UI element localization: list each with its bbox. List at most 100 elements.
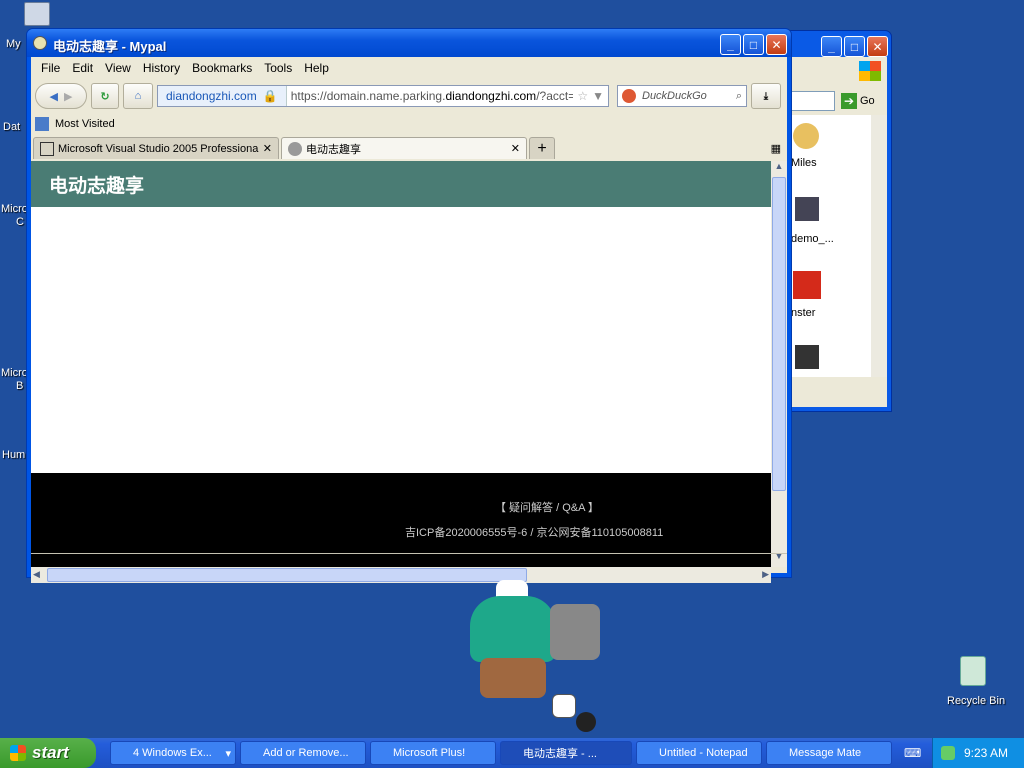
close-icon[interactable]: ✕ <box>766 34 787 55</box>
back-arrow-icon[interactable]: ◀ <box>50 90 58 103</box>
window-title: 电动志趣享 - Mypal <box>53 39 167 54</box>
new-tab-button[interactable]: + <box>529 137 555 159</box>
taskbar-button-add-remove[interactable]: Add or Remove... <box>240 741 366 765</box>
minimize-icon[interactable]: _ <box>821 36 842 57</box>
tab-label: 电动志趣享 <box>306 143 361 156</box>
bookmark-star-icon[interactable]: ☆ <box>573 89 592 103</box>
system-tray: 9:23 AM <box>932 738 1024 768</box>
dog-icon[interactable] <box>793 123 819 149</box>
grill-chef-character[interactable] <box>460 580 602 736</box>
home-button[interactable]: ⌂ <box>123 83 153 109</box>
tab-visual-studio[interactable]: Microsoft Visual Studio 2005 Professiona… <box>33 137 279 159</box>
windows-logo-icon <box>859 61 881 81</box>
minimize-icon[interactable]: _ <box>720 34 741 55</box>
close-icon[interactable]: ✕ <box>867 36 888 57</box>
monster-icon[interactable] <box>793 271 821 299</box>
desktop-icon-label[interactable]: C <box>16 216 24 228</box>
file-label[interactable]: Miles <box>791 157 817 169</box>
background-explorer-window[interactable]: _ □ ✕ ➔ Go Miles demo_... nster <box>780 30 892 412</box>
lock-icon: 🔒 <box>262 89 278 103</box>
desktop-icon-label[interactable]: Hum <box>2 449 25 461</box>
back-forward-button[interactable]: ◀ ▶ <box>35 83 87 109</box>
vertical-scrollbar[interactable]: ▲ ▼ <box>771 161 787 567</box>
bookmark-folder-icon <box>35 117 49 131</box>
scroll-thumb[interactable] <box>772 177 786 491</box>
tab-list-icon[interactable]: ▦ <box>771 142 787 159</box>
menu-view[interactable]: View <box>99 61 137 75</box>
scroll-up-icon[interactable]: ▲ <box>771 161 787 177</box>
app-icon[interactable] <box>795 197 819 221</box>
globe-icon <box>288 141 302 156</box>
duckduckgo-icon[interactable] <box>622 89 636 103</box>
network-icon[interactable] <box>941 746 955 760</box>
title-bar[interactable]: 电动志趣享 - Mypal _ □ ✕ <box>27 29 791 57</box>
maximize-icon[interactable]: □ <box>743 34 764 55</box>
site-identity-label: diandongzhi.com <box>166 89 257 103</box>
file-label[interactable]: demo_... <box>791 233 834 245</box>
vertical-scrollbar[interactable] <box>871 115 887 377</box>
page-content: 电动志趣享 【 疑问解答 / Q&A 】 吉ICP备2020006555号-6 … <box>31 161 771 567</box>
tab-strip: Microsoft Visual Studio 2005 Professiona… <box>31 135 787 159</box>
url-bar[interactable]: diandongzhi.com 🔒 https://domain.name.pa… <box>157 85 609 107</box>
navigation-toolbar: ◀ ▶ ↻ ⌂ diandongzhi.com 🔒 https://domain… <box>31 79 787 113</box>
status-text: Done <box>35 557 62 570</box>
icp-license: 吉ICP备2020006555号-6 / 京公网安备110105008811 <box>405 527 664 539</box>
tab-label: Microsoft Visual Studio 2005 Professiona… <box>58 142 259 155</box>
recycle-bin-icon[interactable] <box>960 656 986 686</box>
taskbar: start 4 Windows Ex... ▾ Add or Remove... … <box>0 738 1024 768</box>
bookmark-most-visited[interactable]: Most Visited <box>55 118 115 130</box>
desktop-icon-label[interactable]: Dat <box>3 121 20 133</box>
address-dropdown[interactable] <box>785 91 835 111</box>
computer-icon[interactable] <box>24 2 50 26</box>
taskbar-button-microsoft-plus[interactable]: Microsoft Plus! <box>370 741 496 765</box>
qa-link[interactable]: 【 疑问解答 / Q&A 】 <box>495 499 599 515</box>
file-label[interactable]: nster <box>791 307 815 319</box>
clock[interactable]: 9:23 AM <box>964 746 1008 760</box>
maximize-icon[interactable]: □ <box>844 36 865 57</box>
search-icon[interactable]: ⌕ <box>736 90 746 103</box>
close-tab-icon[interactable]: ✕ <box>263 142 272 155</box>
search-placeholder: DuckDuckGo <box>642 90 707 102</box>
menu-tools[interactable]: Tools <box>258 61 298 75</box>
desktop-icon-label[interactable]: B <box>16 380 23 392</box>
windows-flag-icon <box>10 745 26 761</box>
mypal-app-icon <box>33 36 47 50</box>
downloads-button[interactable]: ⤓ <box>751 83 781 109</box>
recycle-bin-label[interactable]: Recycle Bin <box>947 695 1005 707</box>
url-dropdown-icon[interactable]: ▼ <box>592 89 608 103</box>
desktop-icon-label[interactable]: My <box>6 38 21 50</box>
go-arrow-icon: ➔ <box>841 93 857 109</box>
vs-page-icon <box>40 141 54 156</box>
taskbar-button-browser[interactable]: 电动志趣享 - ... <box>500 741 632 765</box>
menu-bookmarks[interactable]: Bookmarks <box>186 61 258 75</box>
taskbar-button-message-mate[interactable]: Message Mate <box>766 741 892 765</box>
start-button[interactable]: start <box>0 738 96 768</box>
status-bar: Done <box>31 553 787 573</box>
taskbar-button-notepad[interactable]: Untitled - Notepad <box>636 741 762 765</box>
site-identity[interactable]: diandongzhi.com 🔒 <box>158 86 287 106</box>
menu-history[interactable]: History <box>137 61 186 75</box>
app-icon[interactable] <box>795 345 819 369</box>
site-title: 电动志趣享 <box>49 174 145 197</box>
browser-window[interactable]: 电动志趣享 - Mypal _ □ ✕ File Edit View Histo… <box>26 28 792 583</box>
go-label: Go <box>860 95 875 107</box>
url-text[interactable]: https://domain.name.parking.diandongzhi.… <box>287 89 574 103</box>
desktop-icon-label[interactable]: Micro <box>1 367 28 379</box>
search-box[interactable]: DuckDuckGo ⌕ <box>617 85 747 107</box>
reload-button[interactable]: ↻ <box>91 83 119 109</box>
menu-help[interactable]: Help <box>298 61 335 75</box>
desktop-icon-label[interactable]: Micro <box>1 203 28 215</box>
taskbar-button-explorer[interactable]: 4 Windows Ex... ▾ <box>110 741 236 765</box>
keyboard-icon[interactable]: ⌨ <box>904 746 921 760</box>
site-header: 电动志趣享 <box>31 161 771 207</box>
group-arrow-icon: ▾ <box>225 747 231 760</box>
menu-edit[interactable]: Edit <box>66 61 99 75</box>
menu-bar: File Edit View History Bookmarks Tools H… <box>31 57 787 79</box>
go-button[interactable]: ➔ Go <box>841 93 875 109</box>
menu-file[interactable]: File <box>35 61 66 75</box>
close-tab-icon[interactable]: ✕ <box>511 142 520 155</box>
forward-arrow-icon[interactable]: ▶ <box>64 90 72 103</box>
tab-diandongzhi[interactable]: 电动志趣享 ✕ <box>281 137 527 159</box>
bookmarks-toolbar: Most Visited <box>31 113 787 135</box>
start-label: start <box>32 743 69 762</box>
